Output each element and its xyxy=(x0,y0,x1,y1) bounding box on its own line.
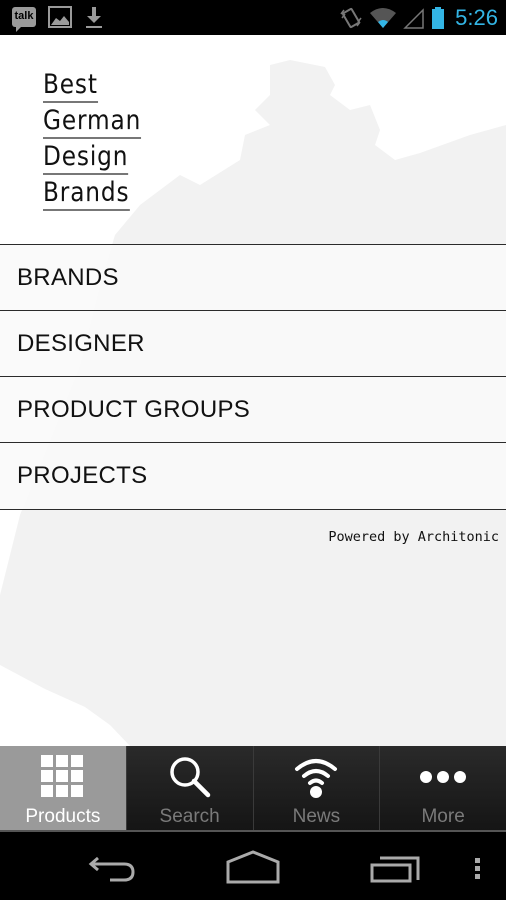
logo-line: Best xyxy=(43,69,98,103)
clock: 5:26 xyxy=(455,5,498,30)
home-icon[interactable] xyxy=(226,848,280,884)
logo-line: German xyxy=(43,105,142,139)
menu-item-designer[interactable]: DESIGNER xyxy=(0,310,506,376)
wifi-icon xyxy=(286,752,346,802)
status-bar: talk 5:26 xyxy=(0,0,506,35)
recent-apps-icon[interactable] xyxy=(370,848,420,884)
search-icon xyxy=(160,752,220,802)
menu-item-brands[interactable]: BRANDS xyxy=(0,244,506,310)
logo-best-german-design-brands[interactable]: Best German Design Brands xyxy=(43,69,157,213)
battery-icon xyxy=(432,7,445,29)
vibrate-icon xyxy=(340,7,362,29)
tab-label: More xyxy=(421,806,465,827)
grid-icon xyxy=(33,752,93,802)
main-menu: BRANDS DESIGNER PRODUCT GROUPS PROJECTS xyxy=(0,244,506,510)
tab-label: News xyxy=(292,806,341,827)
logo-line: Design xyxy=(43,141,129,175)
logo-line: Brands xyxy=(43,177,130,211)
talk-icon: talk xyxy=(12,7,36,32)
tab-more[interactable]: More xyxy=(379,746,506,830)
system-navigation-bar xyxy=(0,832,506,900)
download-icon xyxy=(86,7,102,28)
tab-products[interactable]: Products xyxy=(0,746,126,830)
tab-label: Products xyxy=(25,806,101,827)
back-icon[interactable] xyxy=(88,848,136,884)
bottom-tab-bar: Products Search News More xyxy=(0,746,506,832)
main-content: Best German Design Brands BRANDS DESIGNE… xyxy=(0,35,506,746)
menu-item-projects[interactable]: PROJECTS xyxy=(0,442,506,510)
tab-search[interactable]: Search xyxy=(125,746,253,830)
overflow-menu-icon[interactable] xyxy=(474,848,482,884)
wifi-signal-icon xyxy=(370,8,397,28)
more-icon xyxy=(413,752,473,802)
talk-icon-label: talk xyxy=(14,10,34,22)
menu-item-product-groups[interactable]: PRODUCT GROUPS xyxy=(0,376,506,442)
tab-label: Search xyxy=(159,806,220,827)
cell-signal-icon xyxy=(403,8,424,29)
gallery-icon xyxy=(48,6,72,28)
tab-news[interactable]: News xyxy=(252,746,380,830)
powered-by-label[interactable]: Powered by Architonic xyxy=(328,529,499,545)
